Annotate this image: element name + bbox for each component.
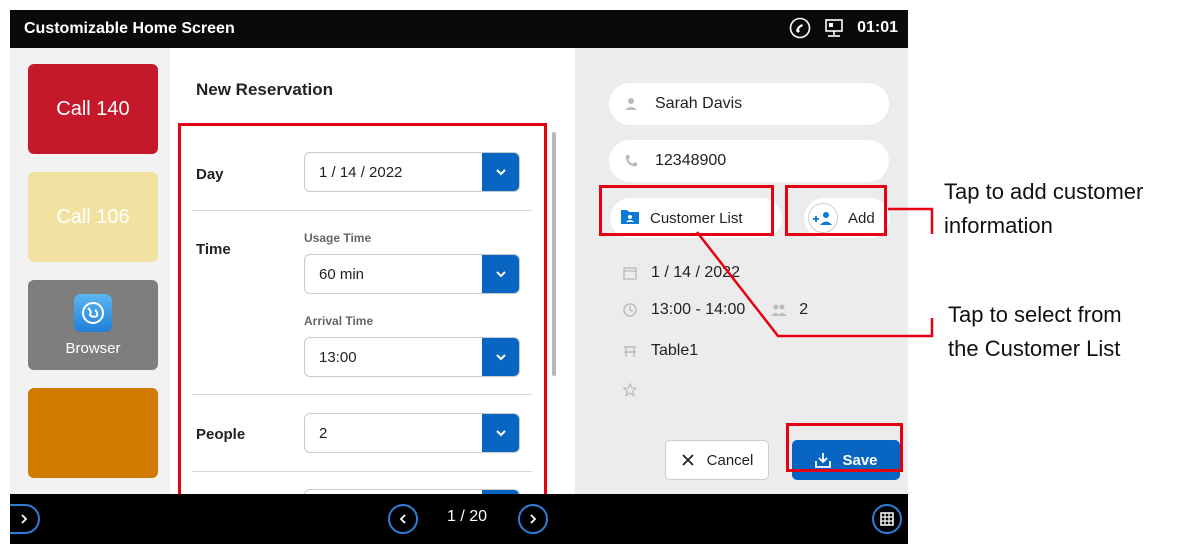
star-icon[interactable] <box>623 383 637 397</box>
system-status: 01:01 <box>789 17 898 39</box>
app-grid-button[interactable] <box>872 504 902 534</box>
app-title: Customizable Home Screen <box>24 20 235 37</box>
annotation-line: Tap to select from <box>948 302 1122 327</box>
table-icon <box>624 346 636 357</box>
form-scrollbar[interactable] <box>552 132 556 376</box>
reservation-time-row: 13:00 - 14:00 2 <box>623 301 808 319</box>
home-tiles: Call 140 Call 106 Browser <box>10 48 170 504</box>
phone-number: 12348900 <box>655 152 727 169</box>
close-icon <box>682 454 694 466</box>
bottom-navigation-bar: 1 / 20 <box>10 494 908 544</box>
grid-icon <box>880 512 894 526</box>
highlight-form-box <box>178 123 547 504</box>
calendar-icon <box>623 267 637 280</box>
network-lan-icon <box>823 17 845 39</box>
form-title: New Reservation <box>196 80 333 99</box>
tile-label: Call 140 <box>56 97 130 120</box>
annotation-line: the Customer List <box>948 336 1121 361</box>
status-clock: 01:01 <box>857 19 898 36</box>
tile-call-106[interactable]: Call 106 <box>28 172 158 262</box>
highlight-add <box>785 185 887 236</box>
reservation-date-row: 1 / 14 / 2022 <box>623 264 740 282</box>
browser-globe-icon <box>74 293 112 332</box>
reservation-time-range: 13:00 - 14:00 <box>651 301 746 318</box>
side-menu-toggle[interactable] <box>10 504 40 534</box>
reservation-form: New Reservation Day 1 / 14 / 2022 Time U… <box>170 48 575 529</box>
cancel-label: Cancel <box>706 451 754 469</box>
title-bar: Customizable Home Screen 01:01 <box>10 10 908 48</box>
previous-page-button[interactable] <box>388 504 418 534</box>
page-indicator: 1 / 20 <box>447 508 488 525</box>
favorite-row[interactable] <box>623 383 651 397</box>
tile-call-140[interactable]: Call 140 <box>28 64 158 154</box>
cancel-button[interactable]: Cancel <box>665 440 769 480</box>
annotation-line: information <box>944 213 1053 238</box>
next-page-button[interactable] <box>518 504 548 534</box>
chevron-right-icon <box>530 514 537 524</box>
device-screen: Customizable Home Screen 01:01 Call 140 … <box>10 10 908 544</box>
highlight-save <box>786 423 903 472</box>
tile-label: Browser <box>65 339 121 357</box>
clock-icon <box>623 303 637 317</box>
phone-handset-icon <box>789 17 811 39</box>
person-icon <box>623 96 639 117</box>
highlight-customer-list <box>599 185 774 236</box>
reservation-date: 1 / 14 / 2022 <box>651 264 740 281</box>
reservation-table: Table1 <box>651 342 699 359</box>
reservation-people: 2 <box>799 301 809 318</box>
customer-name-field[interactable]: Sarah Davis <box>609 83 889 125</box>
tile-browser[interactable]: Browser <box>28 280 158 370</box>
tile-label: Call 106 <box>56 205 130 228</box>
chevron-right-icon <box>21 514 28 524</box>
annotation-select-list: Tap to select from the Customer List <box>948 298 1122 366</box>
annotation-line: Tap to add customer <box>944 179 1144 204</box>
customer-name: Sarah Davis <box>655 95 743 112</box>
annotation-add-info: Tap to add customer information <box>944 175 1143 243</box>
reservation-table-row: Table1 <box>623 342 698 360</box>
chevron-left-icon <box>399 514 406 524</box>
people-icon <box>771 304 788 316</box>
tile-blank[interactable] <box>28 388 158 478</box>
phone-field[interactable]: 12348900 <box>609 140 889 182</box>
phone-icon <box>623 153 639 174</box>
